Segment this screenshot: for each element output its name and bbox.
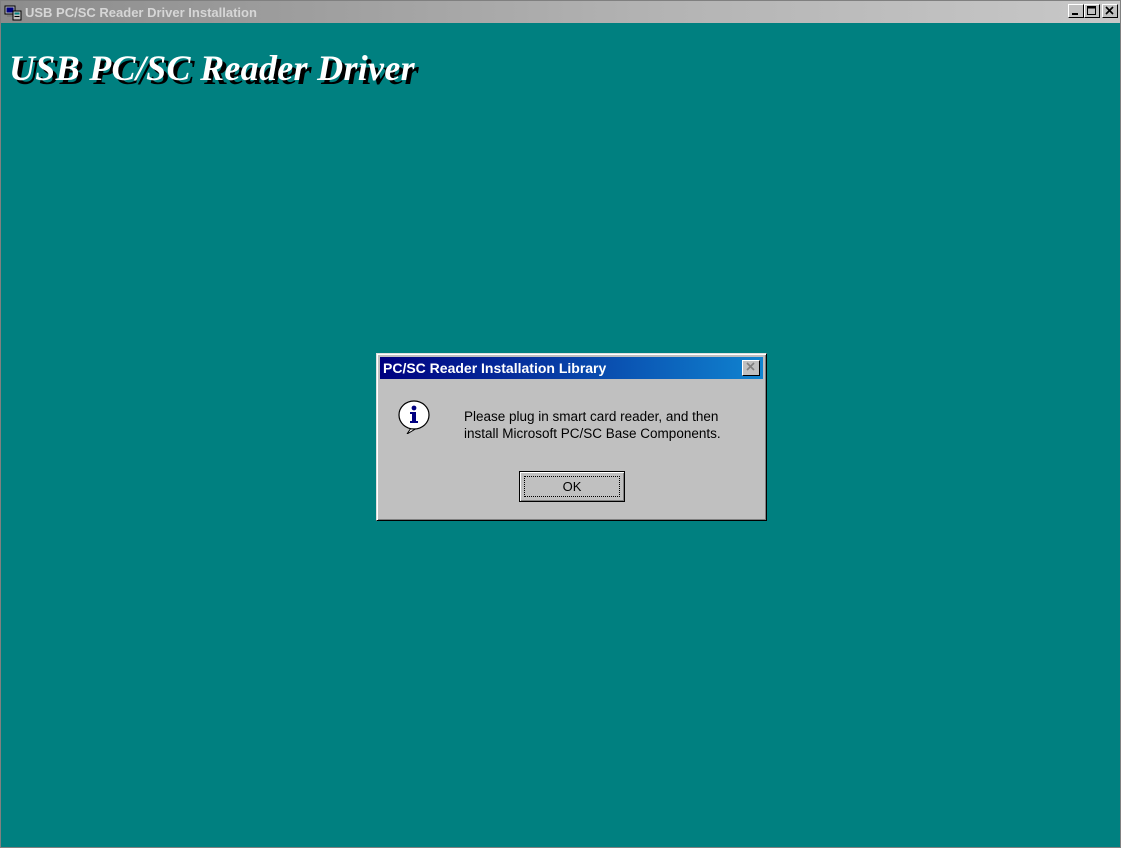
minimize-icon[interactable]: [1068, 4, 1084, 18]
window-controls: [1068, 4, 1118, 18]
message-line: Please plug in smart card reader, and th…: [464, 409, 719, 424]
dialog-title: PC/SC Reader Installation Library: [383, 360, 607, 376]
dialog-titlebar[interactable]: PC/SC Reader Installation Library: [380, 357, 763, 379]
dialog-close-button[interactable]: [742, 360, 760, 376]
info-icon: [397, 400, 431, 435]
installer-window-title: USB PC/SC Reader Driver Installation: [25, 4, 257, 20]
dialog-message: Please plug in smart card reader, and th…: [464, 408, 721, 442]
ok-button-label: OK: [524, 476, 620, 497]
banner-title: USB PC/SC Reader Driver: [9, 48, 415, 88]
computer-setup-icon: [4, 3, 22, 21]
installer-titlebar[interactable]: USB PC/SC Reader Driver Installation: [1, 1, 1120, 23]
message-dialog: PC/SC Reader Installation Library Please…: [376, 353, 767, 521]
close-icon[interactable]: [1102, 4, 1118, 18]
close-icon: [746, 359, 756, 377]
ok-button[interactable]: OK: [519, 471, 625, 502]
maximize-icon[interactable]: [1084, 4, 1100, 18]
message-line: install Microsoft PC/SC Base Components.: [464, 426, 721, 441]
